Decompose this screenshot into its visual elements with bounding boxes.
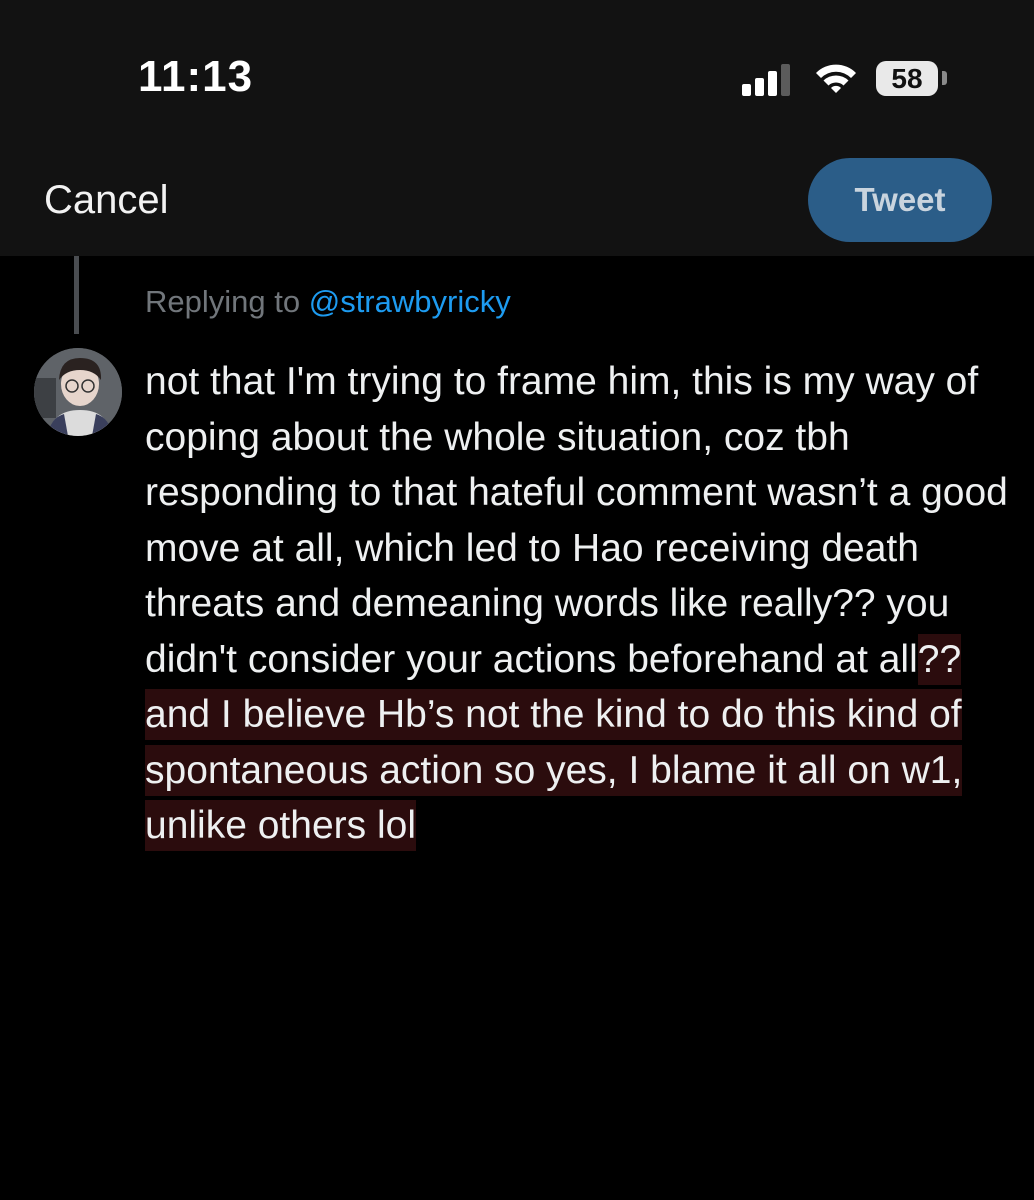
tweet-button[interactable]: Tweet	[808, 158, 992, 242]
battery-icon: 58	[876, 61, 938, 96]
cancel-button[interactable]: Cancel	[44, 178, 169, 223]
tweet-compose-text[interactable]: not that I'm trying to frame him, this i…	[145, 354, 1015, 854]
status-time: 11:13	[138, 52, 254, 101]
replying-to-label: Replying to @strawbyricky	[145, 284, 511, 320]
wifi-icon	[816, 64, 856, 93]
battery-cap	[942, 71, 947, 85]
thread-connector	[74, 256, 79, 334]
status-bar: 11:13 58	[0, 0, 1034, 150]
battery-level: 58	[891, 62, 923, 94]
signal-icon	[742, 62, 794, 96]
tweet-text-plain: not that I'm trying to frame him, this i…	[145, 360, 1008, 681]
replying-prefix: Replying to	[145, 284, 309, 319]
avatar[interactable]	[34, 348, 122, 436]
replying-handle-link[interactable]: @strawbyricky	[309, 284, 511, 319]
avatar-image	[34, 348, 122, 436]
